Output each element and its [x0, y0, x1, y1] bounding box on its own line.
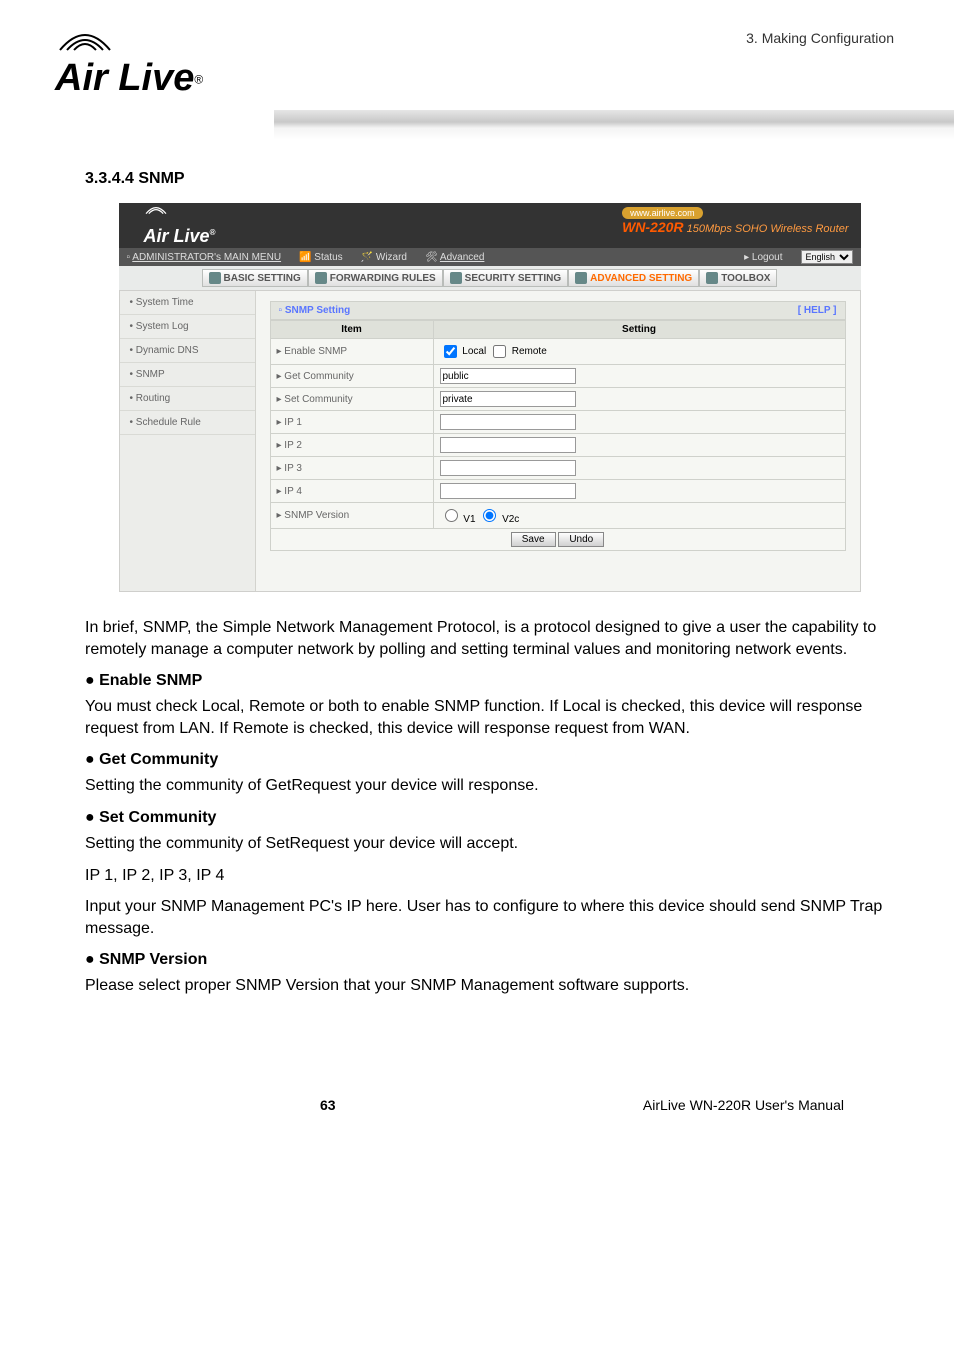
- advanced-icon: 🛠: [425, 252, 440, 263]
- ip1-input[interactable]: [440, 414, 576, 430]
- sidebar-item-system-log[interactable]: • System Log: [120, 315, 255, 339]
- ip3-input[interactable]: [440, 460, 576, 476]
- ip4-input[interactable]: [440, 483, 576, 499]
- sidebar-item-routing[interactable]: • Routing: [120, 387, 255, 411]
- set-community-input[interactable]: [440, 391, 576, 407]
- row-label: ▸ Set Community: [270, 388, 433, 411]
- local-label: Local: [462, 346, 486, 357]
- para-set-community: Setting the community of SetRequest your…: [85, 833, 894, 855]
- tab-toolbox[interactable]: TOOLBOX: [699, 269, 777, 287]
- wizard-icon: 🪄: [361, 252, 376, 263]
- ss-product-line: www.airlive.com WN-220R 150Mbps SOHO Wir…: [622, 207, 848, 235]
- advanced-link[interactable]: 🛠 Advanced: [425, 252, 484, 263]
- main-panel: ▫ SNMP Setting [ HELP ] Item Setting ▸ E…: [256, 291, 860, 591]
- heading-snmp-version: SNMP Version: [85, 951, 894, 969]
- para-get-community: Setting the community of GetRequest your…: [85, 775, 894, 797]
- section-heading: 3.3.4.4 SNMP: [85, 170, 894, 188]
- table-row: ▸ IP 1: [270, 411, 845, 434]
- help-link[interactable]: [ HELP ]: [798, 305, 837, 316]
- v1-label: V1: [463, 514, 475, 525]
- col-item: Item: [270, 321, 433, 339]
- ss-logo-text: Air Live: [144, 226, 210, 246]
- settings-table: Item Setting ▸ Enable SNMP Local Remote …: [270, 320, 846, 551]
- table-row: ▸ Get Community: [270, 365, 845, 388]
- tab-security[interactable]: SECURITY SETTING: [443, 269, 569, 287]
- logout-link[interactable]: ▸ Logout: [744, 252, 782, 263]
- para-ips: IP 1, IP 2, IP 3, IP 4: [85, 865, 894, 887]
- tab-advanced[interactable]: ADVANCED SETTING: [568, 269, 699, 287]
- table-row: Save Undo: [270, 529, 845, 551]
- product-model: WN-220R: [622, 219, 683, 235]
- para-input-ip: Input your SNMP Management PC's IP here.…: [85, 896, 894, 939]
- v2c-radio[interactable]: [483, 509, 496, 522]
- sidebar: • System Time • System Log • Dynamic DNS…: [120, 291, 256, 591]
- row-label: ▸ IP 1: [270, 411, 433, 434]
- lock-icon: [450, 272, 462, 284]
- arrows-icon: [315, 272, 327, 284]
- remote-checkbox[interactable]: [493, 345, 506, 358]
- row-label: ▸ IP 2: [270, 434, 433, 457]
- save-button[interactable]: Save: [511, 532, 556, 547]
- main-menu-link[interactable]: ADMINISTRATOR's MAIN MENU: [132, 252, 281, 263]
- sidebar-item-snmp[interactable]: • SNMP: [120, 363, 255, 387]
- table-row: ▸ Set Community: [270, 388, 845, 411]
- panel-title: SNMP Setting: [285, 305, 350, 316]
- get-community-input[interactable]: [440, 368, 576, 384]
- wizard-link[interactable]: 🪄 Wizard: [361, 252, 407, 263]
- para-snmp-version: Please select proper SNMP Version that y…: [85, 975, 894, 997]
- toolbox-icon: [706, 272, 718, 284]
- router-screenshot: Air Live® www.airlive.com WN-220R 150Mbp…: [119, 203, 861, 592]
- tab-basic[interactable]: BASIC SETTING: [202, 269, 308, 287]
- table-row: ▸ SNMP Version V1 V2c: [270, 503, 845, 529]
- table-row: ▸ IP 4: [270, 480, 845, 503]
- status-icon: 📶: [299, 252, 314, 263]
- sidebar-item-schedule[interactable]: • Schedule Rule: [120, 411, 255, 435]
- brand-logo: Air Live®: [0, 0, 954, 110]
- remote-label: Remote: [512, 346, 547, 357]
- gear-icon: [209, 272, 221, 284]
- row-label: ▸ SNMP Version: [270, 503, 433, 529]
- product-desc: 150Mbps SOHO Wireless Router: [687, 223, 849, 235]
- ip2-input[interactable]: [440, 437, 576, 453]
- row-label: ▸ Enable SNMP: [270, 339, 433, 365]
- table-row: ▸ Enable SNMP Local Remote: [270, 339, 845, 365]
- para-enable-snmp: You must check Local, Remote or both to …: [85, 696, 894, 739]
- ss-header: Air Live® www.airlive.com WN-220R 150Mbp…: [119, 203, 861, 248]
- sidebar-item-dynamic-dns[interactable]: • Dynamic DNS: [120, 339, 255, 363]
- main-menu-bar: ▫ ADMINISTRATOR's MAIN MENU 📶 Status 🪄 W…: [119, 248, 861, 266]
- table-row: ▸ IP 2: [270, 434, 845, 457]
- sidebar-item-system-time[interactable]: • System Time: [120, 291, 255, 315]
- manual-title: AirLive WN-220R User's Manual: [643, 1097, 844, 1113]
- col-setting: Setting: [433, 321, 845, 339]
- row-label: ▸ Get Community: [270, 365, 433, 388]
- local-checkbox[interactable]: [444, 345, 457, 358]
- logo-text: Air Live: [55, 57, 194, 99]
- v1-radio[interactable]: [445, 509, 458, 522]
- table-row: ▸ IP 3: [270, 457, 845, 480]
- intro-text: In brief, SNMP, the Simple Network Manag…: [85, 617, 894, 660]
- ss-logo: Air Live®: [144, 205, 216, 247]
- undo-button[interactable]: Undo: [558, 532, 604, 547]
- heading-get-community: Get Community: [85, 751, 894, 769]
- ss-logo-reg: ®: [210, 228, 216, 237]
- header-divider: [274, 110, 954, 140]
- heading-enable-snmp: Enable SNMP: [85, 672, 894, 690]
- status-link[interactable]: 📶 Status: [299, 252, 343, 263]
- breadcrumb: 3. Making Configuration: [746, 30, 894, 46]
- heading-set-community: Set Community: [85, 809, 894, 827]
- tab-bar: BASIC SETTING FORWARDING RULES SECURITY …: [119, 266, 861, 290]
- v2c-label: V2c: [502, 514, 519, 525]
- logo-reg: ®: [194, 73, 203, 87]
- panel-title-bar: ▫ SNMP Setting [ HELP ]: [270, 301, 846, 320]
- row-label: ▸ IP 3: [270, 457, 433, 480]
- wifi-icon: [55, 30, 115, 52]
- page-footer: 63 AirLive WN-220R User's Manual: [0, 1067, 954, 1153]
- language-select[interactable]: English: [801, 250, 853, 264]
- wifi-icon: [144, 205, 168, 215]
- row-label: ▸ IP 4: [270, 480, 433, 503]
- page-number: 63: [320, 1097, 336, 1113]
- tab-forwarding[interactable]: FORWARDING RULES: [308, 269, 443, 287]
- site-badge: www.airlive.com: [622, 207, 703, 219]
- tools-icon: [575, 272, 587, 284]
